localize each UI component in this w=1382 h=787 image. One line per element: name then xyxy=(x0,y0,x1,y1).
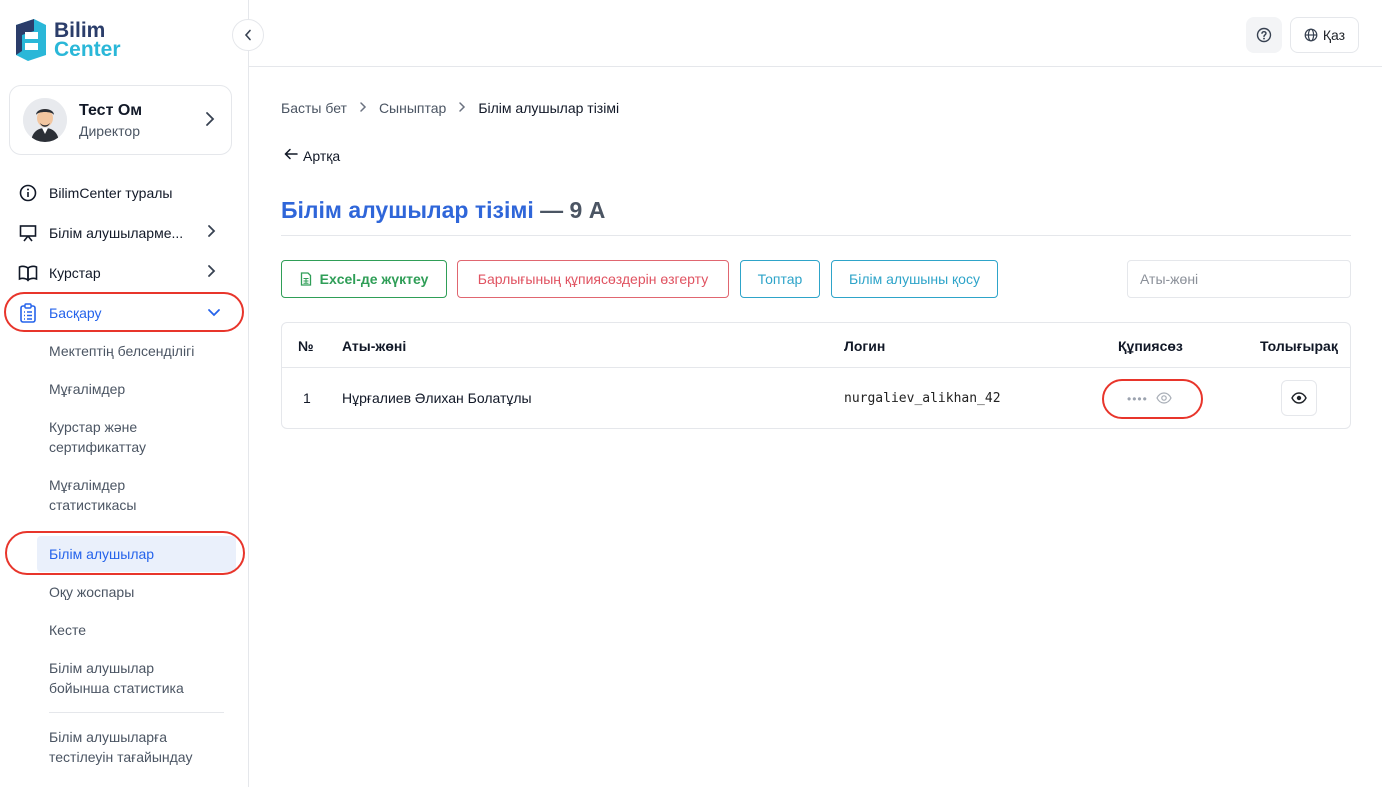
excel-download-button[interactable]: Excel-де жүктеу xyxy=(281,260,447,298)
bilim-logo-icon xyxy=(16,19,46,61)
sidebar: Bilim Center Тест Ом Директор BilimCente… xyxy=(0,0,249,787)
nav-item-about[interactable]: BilimCenter туралы xyxy=(18,183,172,203)
nav-item-label: Білім алушыларме... xyxy=(49,225,184,241)
chevron-right-icon xyxy=(207,264,217,281)
table-header: № Аты-жөні Логин Құпиясөз Толығырақ xyxy=(282,323,1350,368)
back-link[interactable]: Артқа xyxy=(284,147,340,164)
profile-role: Директор xyxy=(79,122,140,139)
divider xyxy=(281,235,1351,236)
nav-item-courses[interactable]: Курстар xyxy=(18,263,101,283)
page-title-suffix: — 9 А xyxy=(540,197,606,223)
nav-item-students-work[interactable]: Білім алушыларме... xyxy=(18,223,183,243)
collapse-sidebar-button[interactable] xyxy=(232,19,264,51)
row-name: Нұрғалиев Әлихан Болатұлы xyxy=(342,390,532,406)
view-details-button[interactable] xyxy=(1281,380,1317,416)
subnav-item-school-activity[interactable]: Мектептің белсенділігі xyxy=(49,341,194,361)
column-header-password: Құпиясөз xyxy=(1118,338,1183,354)
subnav-item-courses-certification[interactable]: Курстар және сертификаттау xyxy=(49,417,209,457)
profile-name: Тест Ом xyxy=(79,101,143,119)
breadcrumb-classes[interactable]: Сыныптар xyxy=(379,100,446,116)
spreadsheet-icon xyxy=(300,272,311,286)
row-login: nurgaliev_alikhan_42 xyxy=(844,391,1001,406)
column-header-details: Толығырақ xyxy=(1260,338,1338,354)
back-label: Артқа xyxy=(303,147,341,164)
add-student-button[interactable]: Білім алушыны қосу xyxy=(831,260,998,298)
topbar xyxy=(249,0,1382,67)
arrow-left-icon xyxy=(284,147,298,164)
help-icon xyxy=(1256,27,1272,43)
column-header-login: Логин xyxy=(844,338,886,354)
subnav-item-assign-tests[interactable]: Білім алушыларға тестілеуін тағайындау xyxy=(49,727,219,767)
highlight-ring-password xyxy=(1102,379,1203,419)
profile-card[interactable]: Тест Ом Директор xyxy=(9,85,232,155)
user-avatar-icon xyxy=(23,98,67,142)
nav-item-label: Курстар xyxy=(49,265,101,281)
divider xyxy=(49,712,224,713)
highlight-ring-students xyxy=(5,531,245,575)
row-number: 1 xyxy=(303,390,311,406)
reset-all-passwords-button[interactable]: Барлығының құпиясөздерін өзгерту xyxy=(457,260,729,298)
groups-button[interactable]: Топтар xyxy=(740,260,820,298)
chevron-right-icon xyxy=(458,100,466,116)
breadcrumb: Басты бет Сыныптар Білім алушылар тізімі xyxy=(281,100,619,116)
breadcrumb-home[interactable]: Басты бет xyxy=(281,100,347,116)
presentation-icon xyxy=(18,223,38,243)
column-header-number: № xyxy=(298,338,314,354)
highlight-ring-management xyxy=(4,292,244,332)
chevron-right-icon xyxy=(207,224,217,241)
chevron-right-icon xyxy=(205,111,215,132)
students-table: № Аты-жөні Логин Құпиясөз Толығырақ 1 Нұ… xyxy=(281,322,1351,429)
brand-logo[interactable]: Bilim Center xyxy=(12,17,121,63)
page-title: Білім алушылар тізімі — 9 А xyxy=(281,197,605,224)
help-button[interactable] xyxy=(1246,17,1282,53)
info-icon xyxy=(18,183,38,203)
column-header-name: Аты-жөні xyxy=(342,338,407,354)
eye-icon xyxy=(1291,392,1307,404)
chevron-left-icon xyxy=(244,29,251,41)
brand-line2: Center xyxy=(54,38,121,61)
language-label: Қаз xyxy=(1322,27,1346,43)
excel-download-label: Excel-де жүктеу xyxy=(319,271,429,287)
search-input[interactable] xyxy=(1127,260,1351,298)
subnav-item-teachers[interactable]: Мұғалімдер xyxy=(49,379,125,399)
subnav-item-student-statistics[interactable]: Білім алушылар бойынша статистика xyxy=(49,658,209,698)
book-icon xyxy=(18,263,38,283)
breadcrumb-current: Білім алушылар тізімі xyxy=(478,100,620,116)
chevron-right-icon xyxy=(359,100,367,116)
subnav-item-schedule[interactable]: Кесте xyxy=(49,620,86,640)
globe-icon xyxy=(1304,28,1318,42)
subnav-item-teacher-statistics[interactable]: Мұғалімдер статистикасы xyxy=(49,475,179,515)
subnav-item-curriculum[interactable]: Оқу жоспары xyxy=(49,582,134,602)
avatar xyxy=(23,98,67,142)
nav-item-label: BilimCenter туралы xyxy=(49,185,173,201)
language-button[interactable]: Қаз xyxy=(1290,17,1359,53)
page-title-main: Білім алушылар тізімі xyxy=(281,197,534,223)
